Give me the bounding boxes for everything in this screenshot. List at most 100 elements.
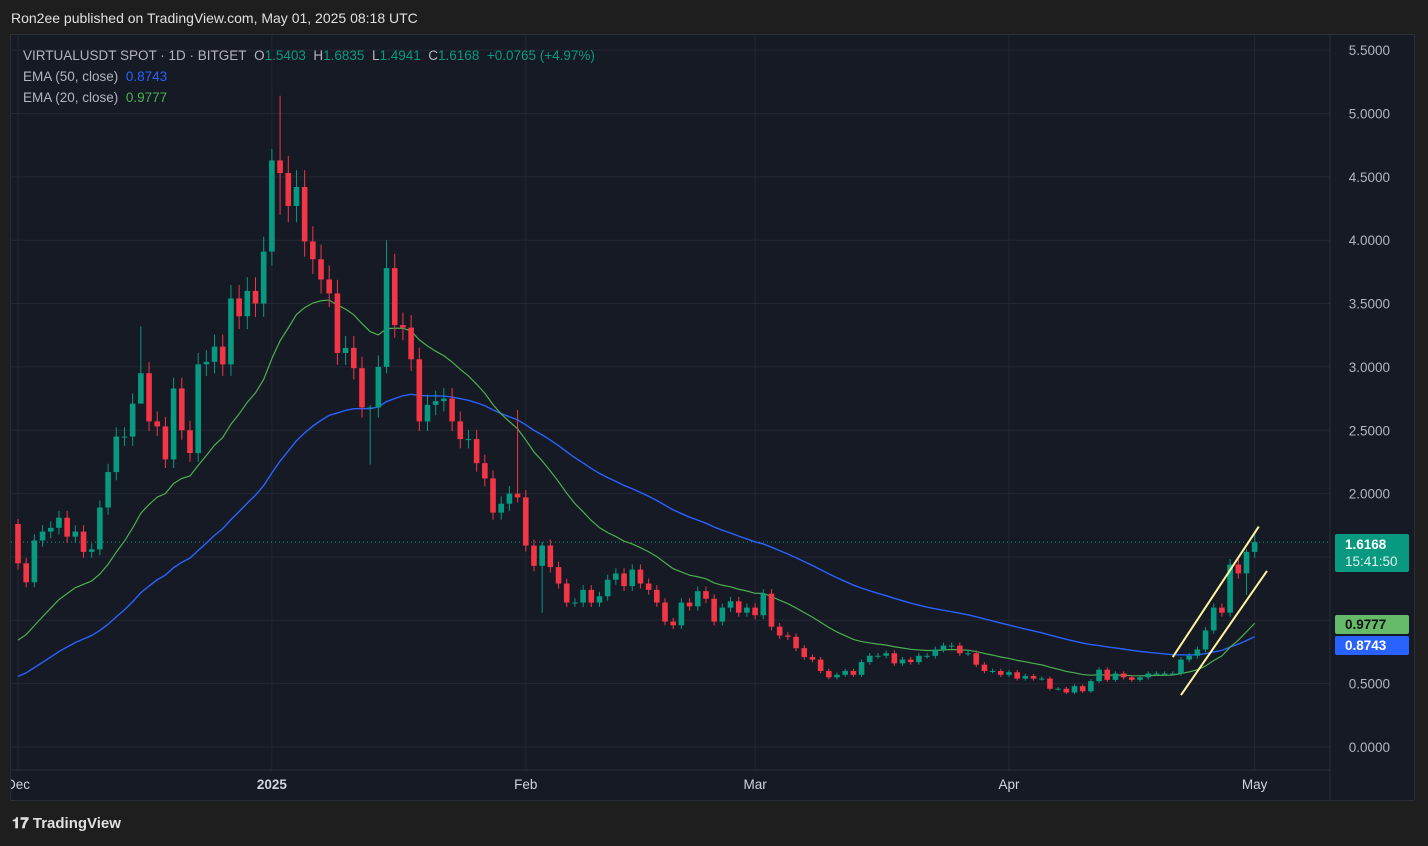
candle-body bbox=[522, 497, 529, 546]
candle-body bbox=[1014, 672, 1020, 679]
channel-trendline[interactable] bbox=[1180, 570, 1268, 696]
candle-body bbox=[449, 398, 455, 422]
candle-body bbox=[498, 503, 505, 513]
candle bbox=[547, 539, 554, 573]
ema20-line bbox=[17, 299, 1256, 677]
ema20-legend[interactable]: EMA (20, close) 0.9777 bbox=[23, 87, 595, 108]
candle bbox=[293, 170, 300, 223]
tradingview-logo[interactable]: 𝟏𝟕 TradingView bbox=[12, 815, 121, 832]
bar-countdown: 15:41:50 bbox=[1345, 554, 1398, 569]
candle-body bbox=[539, 545, 545, 566]
candle-body bbox=[727, 601, 734, 608]
y-tick-label: 4.5000 bbox=[1349, 170, 1390, 185]
candle bbox=[441, 388, 447, 412]
candle bbox=[23, 557, 29, 588]
candle-body bbox=[31, 540, 38, 583]
y-tick-label: 5.5000 bbox=[1349, 43, 1390, 58]
candle bbox=[219, 334, 226, 376]
plot-area bbox=[11, 95, 1330, 696]
candle bbox=[252, 277, 259, 317]
candle bbox=[1006, 670, 1012, 677]
candle-body bbox=[981, 664, 988, 671]
x-tick-label: May bbox=[1242, 777, 1268, 792]
candle-body bbox=[891, 653, 898, 664]
candle bbox=[1194, 646, 1201, 659]
candle bbox=[629, 564, 636, 591]
candle bbox=[539, 541, 545, 613]
candle-body bbox=[621, 573, 627, 587]
ema20-price-tag: 0.9777 bbox=[1335, 615, 1409, 634]
candle bbox=[989, 668, 996, 674]
y-tick-label: 0.0000 bbox=[1349, 740, 1390, 755]
candle-body bbox=[269, 160, 275, 252]
change-value: +0.0765 (+4.97%) bbox=[486, 48, 595, 63]
ema50-legend[interactable]: EMA (50, close) 0.8743 bbox=[23, 66, 595, 87]
candle bbox=[563, 578, 570, 607]
candle bbox=[604, 574, 611, 601]
candle-body bbox=[531, 545, 537, 566]
candle bbox=[47, 521, 54, 539]
candle bbox=[809, 654, 816, 663]
candle bbox=[1063, 686, 1070, 695]
candle bbox=[826, 668, 832, 680]
tv-logo-icon: 𝟏𝟕 bbox=[12, 815, 29, 832]
candle-body bbox=[1063, 688, 1070, 693]
candle-body bbox=[277, 160, 283, 174]
candle-body bbox=[105, 472, 111, 508]
candlestick-chart[interactable]: 0.00000.50001.00001.50002.00002.50003.00… bbox=[0, 0, 1428, 846]
candle-body bbox=[662, 602, 668, 622]
candle-body bbox=[359, 368, 365, 408]
candle bbox=[1120, 671, 1127, 680]
candle-body bbox=[1096, 669, 1102, 682]
candle bbox=[170, 377, 177, 469]
candle bbox=[269, 148, 275, 266]
candle-body bbox=[457, 421, 464, 440]
channel-trendline[interactable] bbox=[1171, 525, 1260, 658]
x-tick-label: Apr bbox=[998, 777, 1020, 792]
candle bbox=[424, 394, 431, 432]
candle bbox=[1104, 667, 1111, 682]
candle-body bbox=[1178, 659, 1184, 674]
candle-body bbox=[801, 648, 808, 658]
candle bbox=[1038, 676, 1045, 681]
candle-body bbox=[162, 426, 169, 460]
candle bbox=[1243, 549, 1250, 595]
candle bbox=[645, 578, 652, 595]
ema20-label: EMA (20, close) bbox=[23, 90, 119, 105]
candle-body bbox=[432, 401, 439, 405]
candle bbox=[940, 642, 947, 653]
candle-body bbox=[555, 567, 562, 584]
candle-body bbox=[179, 388, 185, 431]
candle bbox=[56, 510, 62, 535]
candle-body bbox=[588, 589, 595, 603]
candle-body bbox=[15, 524, 21, 564]
candle-body bbox=[80, 531, 87, 552]
candle-body bbox=[506, 493, 513, 504]
candle-body bbox=[424, 404, 431, 422]
candle-body bbox=[1243, 551, 1250, 574]
candle-body bbox=[187, 430, 193, 454]
candle-body bbox=[285, 173, 292, 206]
candle bbox=[236, 285, 242, 330]
candle-body bbox=[1194, 649, 1201, 656]
candle bbox=[465, 429, 472, 449]
candle-body bbox=[973, 653, 980, 665]
candle bbox=[752, 603, 758, 620]
candle bbox=[1079, 684, 1086, 693]
candle bbox=[260, 236, 267, 317]
candle bbox=[907, 656, 914, 665]
symbol-line: VIRTUALUSDT SPOT · 1D · BITGET O1.5403 H… bbox=[23, 45, 595, 66]
candle-body bbox=[170, 388, 177, 460]
candle bbox=[244, 277, 251, 330]
candle-body bbox=[1129, 677, 1135, 680]
candle-body bbox=[39, 531, 46, 541]
candle-body bbox=[1219, 607, 1225, 613]
candle bbox=[694, 586, 701, 611]
candle-body bbox=[776, 626, 783, 636]
candle bbox=[735, 596, 742, 617]
candle bbox=[375, 355, 382, 418]
ema20-value: 0.9777 bbox=[125, 90, 168, 105]
symbol[interactable]: VIRTUALUSDT SPOT · 1D · BITGET bbox=[23, 48, 247, 63]
candle bbox=[1088, 679, 1094, 693]
candle-body bbox=[572, 602, 578, 604]
